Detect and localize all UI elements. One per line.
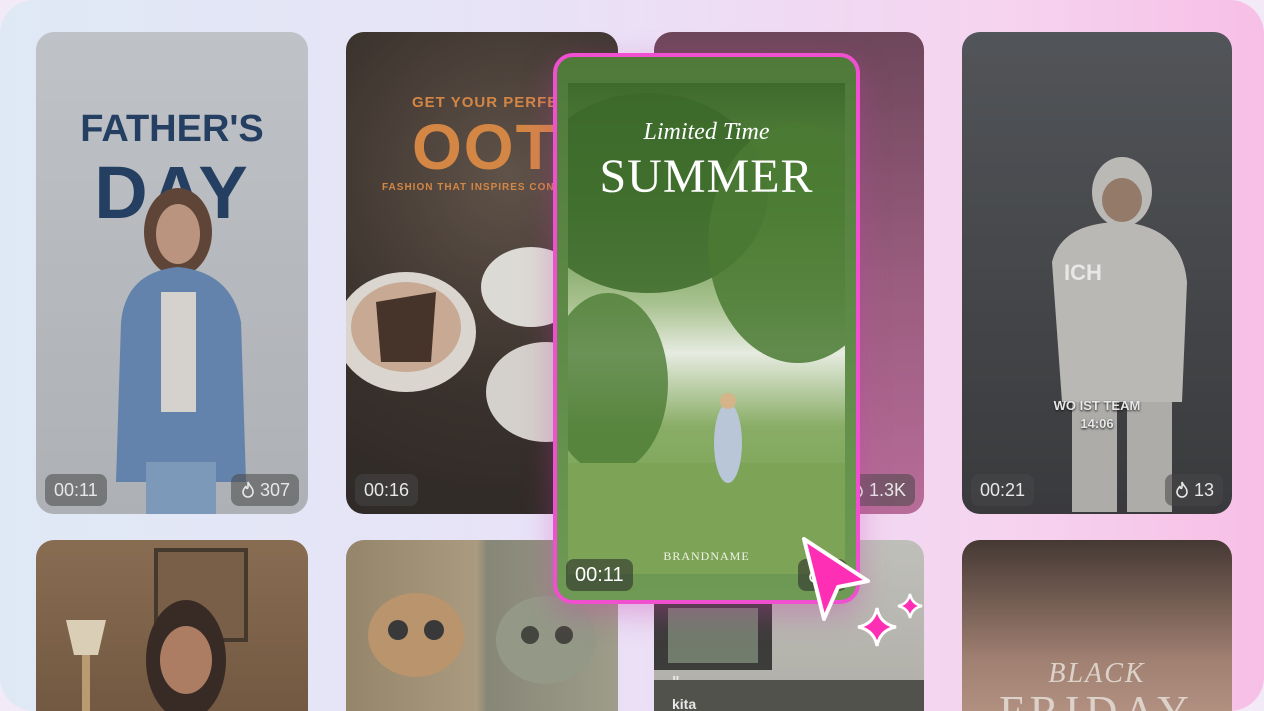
lamp-and-woman xyxy=(66,548,248,711)
hoodie-logo: ICH xyxy=(1064,260,1102,285)
card-thumbnail xyxy=(962,32,1232,514)
card-thumbnail xyxy=(36,32,308,514)
template-card-fathers-day[interactable]: FATHER'S DAY 00:11 307 xyxy=(36,32,308,514)
template-card-team[interactable]: ICH WO IST TEAM 14:06 00:21 13 xyxy=(962,32,1232,514)
person-figure xyxy=(116,188,246,514)
card-big-word: FRIDAY xyxy=(962,686,1232,711)
likes-badge: 13 xyxy=(1164,474,1223,506)
card-thumbnail xyxy=(36,540,308,711)
sparkle-icon xyxy=(857,607,897,647)
duration-badge: 00:11 xyxy=(566,559,633,591)
card-subtitle: FASHION THAT INSPIRES CONFI xyxy=(382,182,566,193)
duration-badge: 00:21 xyxy=(971,474,1035,506)
flame-icon xyxy=(1176,481,1188,498)
duration-badge: 00:11 xyxy=(45,474,107,506)
duration-text: 00:16 xyxy=(364,480,410,500)
likes-badge: 307 xyxy=(230,474,299,506)
duration-text: 00:11 xyxy=(54,480,98,500)
likes-text: 307 xyxy=(259,480,290,500)
card-title-line2: DAY xyxy=(94,151,250,234)
featured-template-card[interactable]: Limited Time SUMMER BRANDNAME 00:11 1 xyxy=(553,53,860,604)
duration-text: 00:11 xyxy=(575,564,624,586)
caption-quote: " xyxy=(672,674,680,691)
likes-text: 13 xyxy=(1193,480,1214,500)
video-caption-line2: 14:06 xyxy=(1080,416,1114,431)
template-card-portrait[interactable] xyxy=(36,540,308,711)
flame-icon xyxy=(242,481,254,498)
duration-badge: 00:16 xyxy=(355,474,419,506)
template-card-black-friday[interactable]: BLACK FRIDAY xyxy=(962,540,1232,711)
sparkle-icon xyxy=(897,593,923,619)
caption-text: kita xyxy=(672,696,697,711)
featured-script: Limited Time xyxy=(643,119,770,145)
duration-text: 00:21 xyxy=(980,480,1026,500)
hoodie-person xyxy=(1052,157,1187,512)
card-title-line1: FATHER'S xyxy=(80,108,264,150)
card-script-word: BLACK xyxy=(1048,658,1146,689)
template-gallery: FATHER'S DAY 00:11 307 GET YOUR PERFECT … xyxy=(0,0,1264,711)
featured-title: SUMMER xyxy=(599,150,814,203)
card-thumbnail xyxy=(962,540,1232,711)
likes-text: 1.3K xyxy=(868,480,906,500)
video-caption-line1: WO IST TEAM xyxy=(1053,398,1141,413)
